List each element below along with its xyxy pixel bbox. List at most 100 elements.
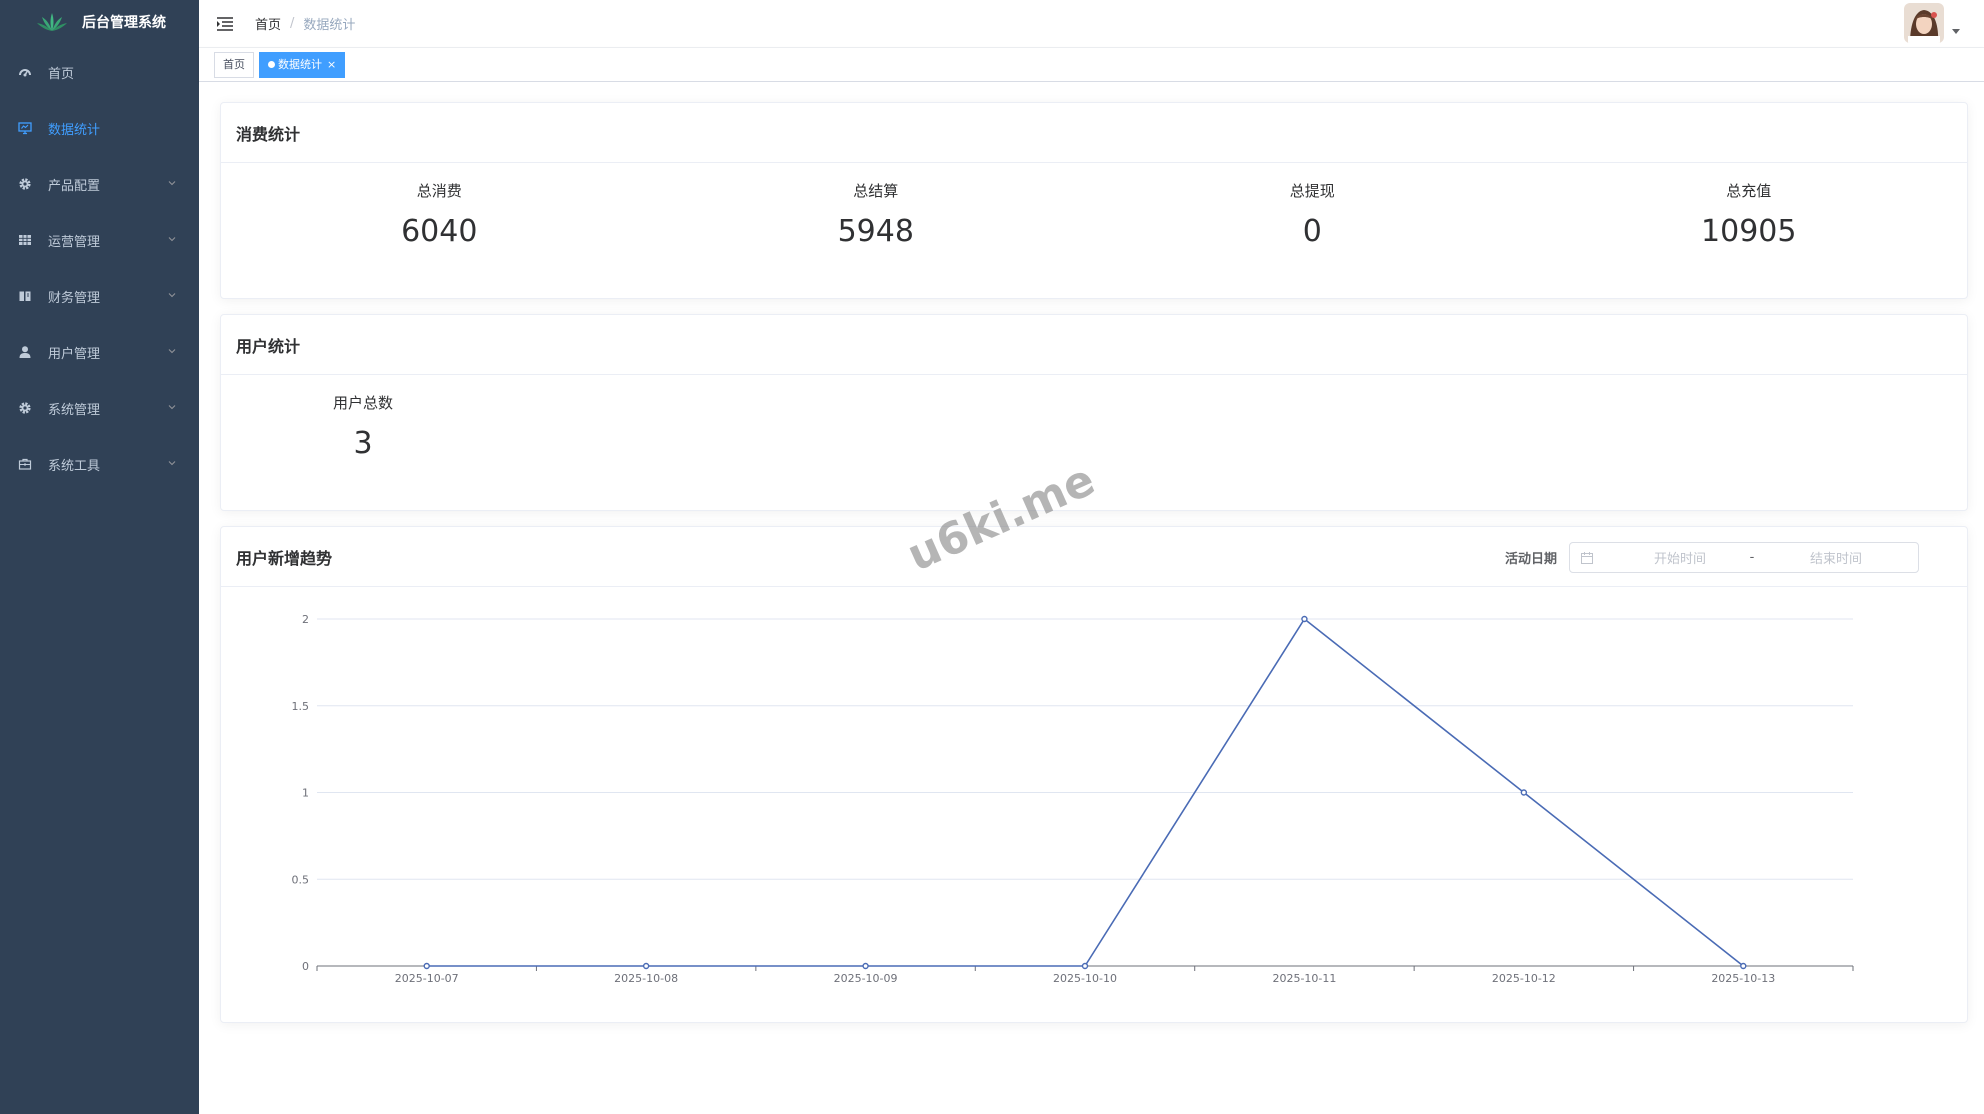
avatar[interactable] bbox=[1904, 3, 1944, 43]
x-tick-label: 2025-10-12 bbox=[1492, 972, 1556, 985]
x-tick-label: 2025-10-09 bbox=[834, 972, 898, 985]
stat-value: 3 bbox=[353, 426, 373, 461]
data-point bbox=[1520, 789, 1528, 796]
data-point bbox=[1740, 962, 1747, 970]
chevron-down-icon bbox=[168, 349, 176, 354]
date-filter: 活动日期 开始时间 - 结束时间 bbox=[1505, 542, 1919, 573]
tags-view: 首页 数据统计 × bbox=[199, 48, 1984, 82]
close-icon[interactable]: × bbox=[327, 53, 336, 77]
user-menu[interactable] bbox=[1904, 3, 1960, 43]
card-header: 消费统计 bbox=[221, 103, 1967, 163]
y-tick-label: 0 bbox=[302, 960, 309, 973]
tag-home[interactable]: 首页 bbox=[214, 51, 254, 78]
grid-icon bbox=[18, 233, 32, 247]
sidebar-item-finance[interactable]: 财务管理 bbox=[0, 268, 199, 324]
lotus-logo-icon bbox=[37, 13, 67, 31]
dashboard-icon bbox=[18, 65, 32, 79]
sidebar-item-user-management[interactable]: 用户管理 bbox=[0, 324, 199, 380]
user-trend-card: 用户新增趋势 活动日期 开始时间 - 结束时间 0 0.5 1 1.5 2 2025-10… bbox=[220, 526, 1968, 1023]
x-tick-label: 2025-10-10 bbox=[1053, 972, 1117, 985]
stat-total-withdrawal: 总提现 0 bbox=[1094, 163, 1531, 298]
stat-total-recharge: 总充值 10905 bbox=[1531, 163, 1968, 298]
stat-label: 总消费 bbox=[416, 182, 462, 200]
stat-label: 总提现 bbox=[1289, 182, 1335, 200]
sidebar-item-label: 产品配置 bbox=[48, 178, 101, 194]
data-point bbox=[423, 962, 430, 970]
sidebar-item-system-tools[interactable]: 系统工具 bbox=[0, 436, 199, 492]
data-point bbox=[862, 962, 869, 970]
caret-down-icon[interactable] bbox=[1952, 29, 1960, 35]
stat-total-settlement: 总结算 5948 bbox=[658, 163, 1095, 298]
date-filter-label: 活动日期 bbox=[1504, 552, 1557, 567]
x-tick-label: 2025-10-08 bbox=[614, 972, 678, 985]
chevron-down-icon bbox=[168, 405, 176, 410]
card-header: 用户统计 bbox=[221, 315, 1967, 375]
app-title: 后台管理系统 bbox=[82, 15, 166, 31]
consumption-card: 消费统计 总消费 6040 总结算 5948 总提现 0 总充值 10905 bbox=[220, 102, 1968, 299]
gear-icon bbox=[18, 177, 32, 191]
y-tick-label: 1.5 bbox=[292, 700, 310, 713]
tag-data-statistics[interactable]: 数据统计 × bbox=[259, 51, 346, 78]
active-dot-icon bbox=[268, 61, 275, 68]
sidebar-item-label: 用户管理 bbox=[48, 346, 101, 362]
sidebar: 后台管理系统 首页 数据统计 产品配置 运营管理 财务管理 用户管理 系统管理 … bbox=[0, 0, 199, 1114]
card-title: 用户统计 bbox=[236, 336, 301, 356]
user-icon bbox=[18, 345, 32, 359]
breadcrumb-home[interactable]: 首页 bbox=[255, 14, 281, 33]
tag-label: 数据统计 bbox=[278, 57, 322, 71]
stat-label: 用户总数 bbox=[332, 394, 393, 412]
tag-label: 首页 bbox=[223, 57, 245, 71]
line-chart: 0 0.5 1 1.5 2 2025-10-07 2025-10-08 2025-10-09 2… bbox=[292, 613, 1854, 985]
sidebar-item-label: 系统工具 bbox=[48, 458, 101, 474]
stat-value: 6040 bbox=[401, 214, 478, 249]
data-point bbox=[1081, 962, 1089, 970]
top-navbar: 首页 / 数据统计 bbox=[199, 0, 1984, 48]
user-stats-card: 用户统计 用户总数 3 bbox=[220, 314, 1968, 511]
sidebar-item-label: 数据统计 bbox=[48, 122, 101, 138]
sidebar-item-operations[interactable]: 运营管理 bbox=[0, 212, 199, 268]
breadcrumb: 首页 / 数据统计 bbox=[255, 14, 355, 33]
range-separator: - bbox=[1749, 550, 1755, 565]
book-icon bbox=[18, 289, 32, 303]
chevron-down-icon bbox=[168, 181, 176, 186]
sidebar-item-label: 财务管理 bbox=[48, 290, 101, 306]
stat-label: 总充值 bbox=[1726, 182, 1772, 200]
data-point bbox=[642, 962, 650, 970]
sidebar-item-label: 运营管理 bbox=[48, 234, 101, 250]
x-tick-label: 2025-10-13 bbox=[1711, 972, 1775, 985]
sidebar-item-label: 系统管理 bbox=[48, 402, 101, 418]
date-range-picker[interactable]: 开始时间 - 结束时间 bbox=[1569, 542, 1919, 573]
toolbox-icon bbox=[18, 457, 32, 471]
sidebar-item-data-statistics[interactable]: 数据统计 bbox=[0, 100, 199, 156]
start-date-input[interactable]: 开始时间 bbox=[1622, 548, 1738, 567]
stat-value: 10905 bbox=[1701, 214, 1797, 249]
calendar-icon bbox=[1581, 551, 1593, 564]
y-tick-label: 2 bbox=[302, 613, 309, 626]
chevron-down-icon bbox=[168, 237, 176, 242]
card-title: 用户新增趋势 bbox=[236, 548, 333, 568]
stat-total-users: 用户总数 3 bbox=[296, 375, 430, 510]
user-trend-chart: 0 0.5 1 1.5 2 2025-10-07 2025-10-08 2025-10-09 2… bbox=[221, 587, 1967, 1022]
monitor-icon bbox=[18, 121, 32, 135]
chevron-down-icon bbox=[168, 461, 176, 466]
stat-value: 0 bbox=[1302, 214, 1322, 249]
user-stats: 用户总数 3 bbox=[221, 375, 1967, 510]
stat-label: 总结算 bbox=[853, 182, 899, 200]
card-title: 消费统计 bbox=[236, 124, 301, 144]
hamburger-icon[interactable] bbox=[217, 16, 233, 31]
breadcrumb-current: 数据统计 bbox=[303, 18, 356, 33]
x-tick-label: 2025-10-11 bbox=[1272, 972, 1336, 985]
sidebar-item-home[interactable]: 首页 bbox=[0, 44, 199, 100]
x-tick-label: 2025-10-07 bbox=[395, 972, 459, 985]
y-tick-label: 1 bbox=[302, 787, 309, 800]
chevron-down-icon bbox=[168, 293, 176, 298]
gear-icon bbox=[18, 401, 32, 415]
sidebar-item-product-config[interactable]: 产品配置 bbox=[0, 156, 199, 212]
end-date-input[interactable]: 结束时间 bbox=[1766, 548, 1906, 567]
sidebar-item-system-management[interactable]: 系统管理 bbox=[0, 380, 199, 436]
stat-total-consumption: 总消费 6040 bbox=[221, 163, 658, 298]
sidebar-item-label: 首页 bbox=[48, 66, 75, 82]
card-header: 用户新增趋势 活动日期 开始时间 - 结束时间 bbox=[221, 527, 1967, 587]
stat-value: 5948 bbox=[837, 214, 914, 249]
logo[interactable]: 后台管理系统 bbox=[0, 0, 199, 44]
